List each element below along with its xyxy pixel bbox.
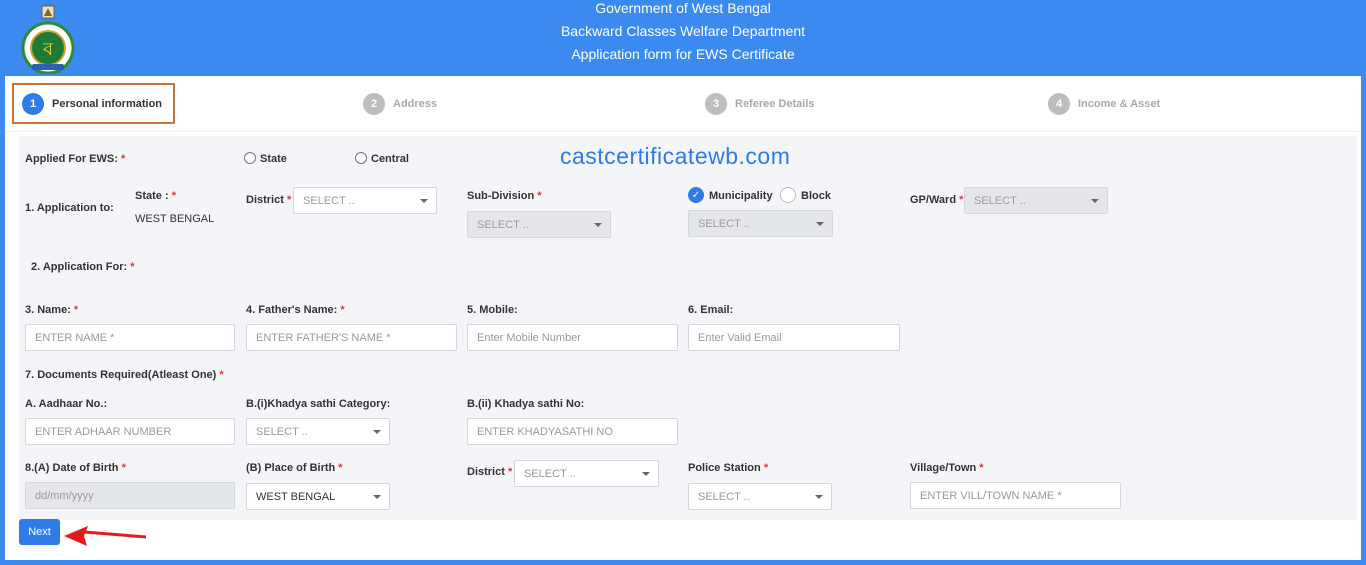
state-value: WEST BENGAL (135, 213, 215, 225)
police-station-select-value: SELECT .. (698, 490, 750, 503)
email-input[interactable]: Enter Valid Email (688, 324, 900, 351)
central-radio-label: Central (371, 153, 409, 165)
district-label: District * (246, 194, 292, 206)
block-checkbox[interactable] (780, 187, 796, 203)
step-label: Income & Asset (1078, 98, 1161, 110)
place-of-birth-select[interactable]: WEST BENGAL (246, 483, 390, 510)
mobile-label: 5. Mobile: (467, 304, 518, 316)
email-label: 6. Email: (688, 304, 734, 316)
birth-district-select[interactable]: SELECT .. (514, 460, 659, 487)
application-for-label: 2. Application For: * (31, 261, 135, 273)
khadya-no-input[interactable]: ENTER KHADYASATHI NO (467, 418, 678, 445)
name-input[interactable]: ENTER NAME * (25, 324, 235, 351)
khadya-no-label: B.(ii) Khadya sathi No: (467, 398, 585, 410)
chevron-down-icon (373, 495, 381, 499)
place-of-birth-label: (B) Place of Birth * (246, 462, 343, 474)
dob-label: 8.(A) Date of Birth * (25, 462, 126, 474)
gpward-select[interactable]: SELECT .. (964, 187, 1108, 214)
step-referee-details[interactable]: 3 Referee Details (705, 93, 815, 115)
chevron-down-icon (815, 495, 823, 499)
chevron-down-icon (373, 430, 381, 434)
watermark-text: castcertificatewb.com (560, 143, 791, 169)
police-station-select[interactable]: SELECT .. (688, 483, 832, 510)
gpward-label: GP/Ward * (910, 194, 964, 206)
documents-required-label: 7. Documents Required(Atleast One) * (25, 369, 224, 381)
applied-for-ews-label: Applied For EWS: * (25, 153, 126, 165)
central-radio[interactable] (355, 152, 367, 164)
municipality-checkbox-checked[interactable]: ✓ (688, 187, 704, 203)
step-label: Address (393, 98, 438, 110)
khadya-category-select[interactable]: SELECT .. (246, 418, 390, 445)
dob-input[interactable]: dd/mm/yyyy (25, 482, 235, 509)
subdivision-select-value: SELECT .. (477, 218, 529, 231)
step-number: 3 (705, 93, 727, 115)
father-name-input[interactable]: ENTER FATHER'S NAME * (246, 324, 457, 351)
state-label: State : * (135, 190, 176, 202)
header-form-title: Application form for EWS Certificate (571, 46, 795, 62)
step-number: 4 (1048, 93, 1070, 115)
aadhaar-label: A. Aadhaar No.: (25, 398, 108, 410)
page-header: ব Government of West Bengal Backward Cla… (0, 0, 1366, 76)
khadya-category-select-value: SELECT .. (256, 425, 308, 438)
step-personal-information[interactable]: 1 Personal information (22, 93, 162, 115)
mobile-input[interactable]: Enter Mobile Number (467, 324, 678, 351)
chevron-down-icon (1091, 199, 1099, 203)
gpward-select-value: SELECT .. (974, 194, 1026, 207)
chevron-down-icon (420, 199, 428, 203)
father-name-label: 4. Father's Name: * (246, 304, 345, 316)
subdivision-label: Sub-Division * (467, 190, 542, 202)
village-town-label: Village/Town * (910, 462, 984, 474)
municipality-select[interactable]: SELECT .. (688, 210, 833, 237)
name-label: 3. Name: * (25, 304, 79, 316)
village-town-input[interactable]: ENTER VILL/TOWN NAME * (910, 482, 1121, 509)
red-arrow-annotation-icon (64, 526, 147, 546)
header-government-title: Government of West Bengal (595, 0, 771, 16)
khadya-category-label: B.(i)Khadya sathi Category: (246, 398, 391, 410)
place-of-birth-select-value: WEST BENGAL (256, 490, 336, 503)
chevron-down-icon (642, 472, 650, 476)
state-radio[interactable] (244, 152, 256, 164)
application-to-label: 1. Application to: (25, 202, 114, 214)
chevron-down-icon (594, 223, 602, 227)
step-income-asset[interactable]: 4 Income & Asset (1048, 93, 1160, 115)
step-address[interactable]: 2 Address (363, 93, 437, 115)
subdivision-select[interactable]: SELECT .. (467, 211, 611, 238)
wizard-steps: 1 Personal information 2 Address 3 Refer… (5, 76, 1361, 132)
step-label: Personal information (52, 98, 163, 110)
step-label: Referee Details (735, 98, 815, 110)
step-number: 2 (363, 93, 385, 115)
police-station-label: Police Station * (688, 462, 769, 474)
birth-district-label: District * (467, 466, 513, 478)
municipality-select-value: SELECT .. (698, 217, 750, 230)
state-radio-label: State (260, 153, 287, 165)
step-number: 1 (22, 93, 44, 115)
block-label: Block (801, 190, 831, 202)
next-button[interactable]: Next (19, 519, 60, 545)
district-select-value: SELECT .. (303, 194, 355, 207)
district-select[interactable]: SELECT .. (293, 187, 437, 214)
header-department-title: Backward Classes Welfare Department (560, 23, 806, 39)
birth-district-select-value: SELECT .. (524, 467, 576, 480)
municipality-label: Municipality (709, 190, 773, 202)
chevron-down-icon (816, 222, 824, 226)
aadhaar-input[interactable]: ENTER ADHAAR NUMBER (25, 418, 235, 445)
